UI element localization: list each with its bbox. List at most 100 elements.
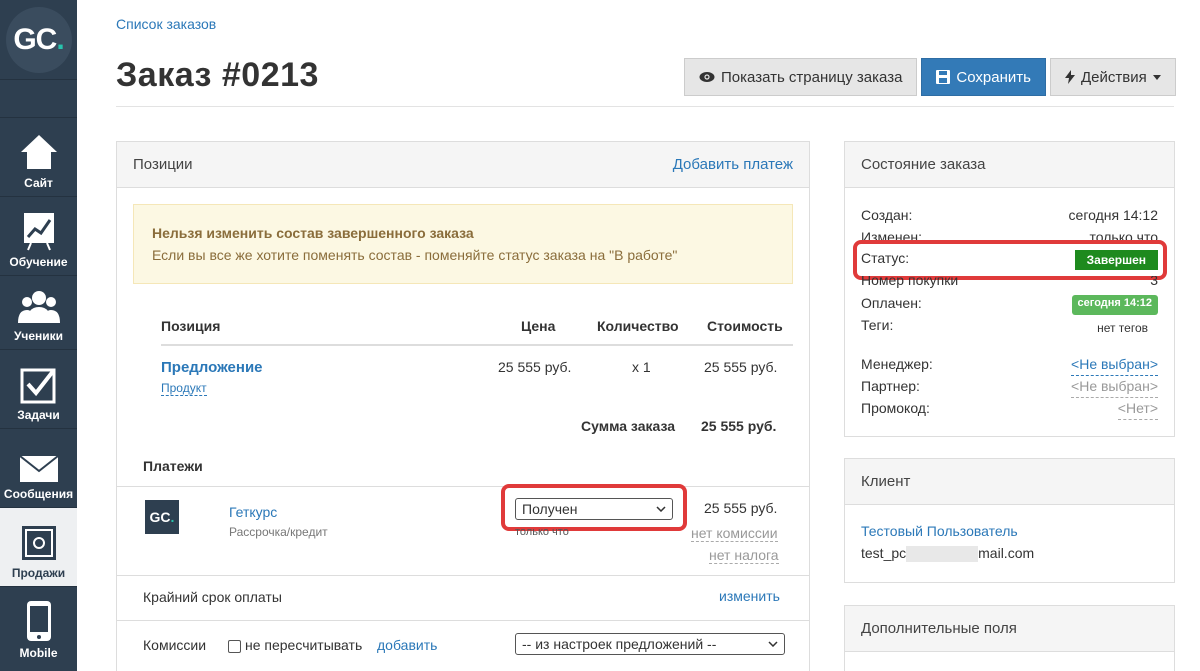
- warning-alert: Нельзя изменить состав завершенного зака…: [133, 204, 793, 284]
- client-title: Клиент: [861, 473, 911, 490]
- extra-fields-title: Дополнительные поля: [861, 620, 1017, 637]
- bolt-icon: [1064, 70, 1075, 84]
- total-value: 25 555 руб.: [701, 418, 777, 434]
- floppy-icon: [936, 70, 951, 84]
- created-value: сегодня 14:12: [1068, 207, 1158, 223]
- sidebar-item-label: Mobile: [19, 646, 58, 660]
- purchase-row: Номер покупки 3: [861, 276, 1158, 288]
- highlight-payment-status: [501, 484, 687, 531]
- checkbox-icon: [20, 368, 56, 404]
- order-state-title: Состояние заказа: [861, 156, 986, 173]
- sidebar-item-tasks[interactable]: Задачи: [0, 350, 77, 429]
- envelope-icon: [18, 455, 59, 482]
- deadline-label: Крайний срок оплаты: [143, 589, 282, 605]
- commissions-label: Комиссии: [143, 637, 207, 653]
- client-name-link[interactable]: Тестовый Пользователь: [861, 523, 1018, 539]
- extra-fields-panel: Дополнительные поля: [844, 605, 1175, 671]
- sidebar-item-site[interactable]: Сайт: [0, 118, 77, 197]
- sidebar-item-label: Задачи: [17, 408, 60, 422]
- getcourse-logo: GC.: [145, 500, 179, 534]
- payment-method: Рассрочка/кредит: [229, 525, 328, 539]
- partner-row: Партнер: <Не выбран>: [861, 378, 1158, 398]
- order-state-panel: Состояние заказа Создан: сегодня 14:12 Из…: [844, 141, 1175, 437]
- sidebar-item-label: Ученики: [13, 329, 64, 343]
- sidebar-item-label: Обучение: [9, 255, 68, 269]
- divider: [117, 575, 809, 576]
- no-recalc-option[interactable]: не пересчитывать: [228, 637, 362, 653]
- paid-row: Оплачен: сегодня 14:12: [861, 295, 1158, 315]
- positions-table-header: Позиция Цена Количество Стоимость: [161, 318, 793, 346]
- show-order-page-button[interactable]: Показать страницу заказа: [684, 58, 918, 96]
- purchase-label: Номер покупки: [861, 276, 959, 288]
- sidebar-item-label: Продажи: [11, 566, 66, 580]
- total-label: Сумма заказа: [581, 418, 676, 434]
- partner-select-link[interactable]: <Не выбран>: [1071, 378, 1158, 398]
- sidebar-gap: [0, 80, 77, 118]
- promo-row: Промокод: <Нет>: [861, 400, 1158, 420]
- tags-value: нет тегов: [1097, 321, 1148, 335]
- sidebar-item-learning[interactable]: Обучение: [0, 197, 77, 276]
- payment-time: только что: [515, 526, 569, 538]
- no-recalc-label: не пересчитывать: [245, 637, 363, 653]
- product-type-link[interactable]: Продукт: [161, 381, 207, 396]
- positions-panel: Позиции Добавить платеж Нельзя изменить …: [116, 141, 810, 671]
- row-cost: 25 555 руб.: [704, 359, 778, 375]
- actions-label: Действия: [1080, 68, 1147, 86]
- commission-select[interactable]: -- из настроек предложений --: [515, 633, 785, 655]
- payments-heading: Платежи: [143, 458, 203, 474]
- sidebar-item-students[interactable]: Ученики: [0, 276, 77, 350]
- sidebar-item-mobile[interactable]: Mobile: [0, 587, 77, 666]
- extra-fields-header: Дополнительные поля: [845, 606, 1174, 652]
- add-commission-link[interactable]: добавить: [377, 637, 437, 653]
- users-icon: [17, 291, 60, 323]
- add-payment-link[interactable]: Добавить платеж: [673, 156, 793, 173]
- col-quantity: Количество: [597, 318, 679, 334]
- commission-select-value: -- из настроек предложений --: [522, 636, 717, 652]
- commission-link[interactable]: нет комиссии: [691, 525, 778, 542]
- tags-row: Теги: нет тегов: [861, 317, 1158, 337]
- logo[interactable]: GC.: [5, 6, 72, 73]
- deadline-change-link[interactable]: изменить: [719, 588, 780, 604]
- tax-link[interactable]: нет налога: [709, 547, 779, 564]
- caret-down-icon: [1152, 74, 1161, 80]
- divider: [117, 620, 809, 621]
- logo-text: GC: [13, 22, 57, 56]
- promo-select-link[interactable]: <Нет>: [1117, 400, 1158, 420]
- tags-label: Теги:: [861, 317, 894, 333]
- home-icon: [20, 135, 57, 169]
- purchase-value: 3: [1150, 276, 1158, 288]
- alert-title: Нельзя изменить состав завершенного зака…: [152, 225, 474, 241]
- chevron-down-icon: [768, 641, 778, 647]
- eye-icon: [699, 72, 715, 82]
- save-label: Сохранить: [956, 68, 1031, 86]
- logo-box: GC.: [0, 0, 77, 80]
- promo-label: Промокод:: [861, 400, 930, 416]
- manager-select-link[interactable]: <Не выбран>: [1071, 356, 1158, 376]
- email-redaction: [906, 546, 979, 563]
- sidebar-item-sales[interactable]: Продажи: [0, 508, 77, 587]
- created-row: Создан: сегодня 14:12: [861, 207, 1158, 227]
- created-label: Создан:: [861, 207, 913, 223]
- logo-dot: .: [56, 22, 64, 56]
- col-cost: Стоимость: [707, 318, 783, 334]
- save-button[interactable]: Сохранить: [921, 58, 1046, 96]
- col-position: Позиция: [161, 318, 221, 334]
- actions-dropdown-button[interactable]: Действия: [1049, 58, 1176, 96]
- sidebar: GC. Сайт Обучение Ученики Задачи Сообщен…: [0, 0, 77, 671]
- manager-label: Менеджер:: [861, 356, 933, 372]
- sidebar-item-messages[interactable]: Сообщения: [0, 429, 77, 508]
- toolbar: Показать страницу заказа Сохранить Дейст…: [684, 58, 1176, 96]
- sidebar-item-label: Сайт: [24, 176, 53, 190]
- payment-provider-link[interactable]: Геткурс: [229, 504, 277, 520]
- order-state-header: Состояние заказа: [845, 142, 1174, 188]
- breadcrumb[interactable]: Список заказов: [116, 16, 216, 32]
- col-price: Цена: [521, 318, 556, 334]
- paid-label: Оплачен:: [861, 295, 922, 311]
- offer-link[interactable]: Предложение: [161, 359, 263, 376]
- client-panel: Клиент Тестовый Пользователь test_pc mail…: [844, 458, 1175, 583]
- positions-title: Позиции: [133, 156, 193, 173]
- safe-icon: [21, 526, 56, 560]
- no-recalc-checkbox[interactable]: [228, 639, 241, 653]
- paid-badge: сегодня 14:12: [1071, 295, 1158, 315]
- manager-row: Менеджер: <Не выбран>: [861, 356, 1158, 376]
